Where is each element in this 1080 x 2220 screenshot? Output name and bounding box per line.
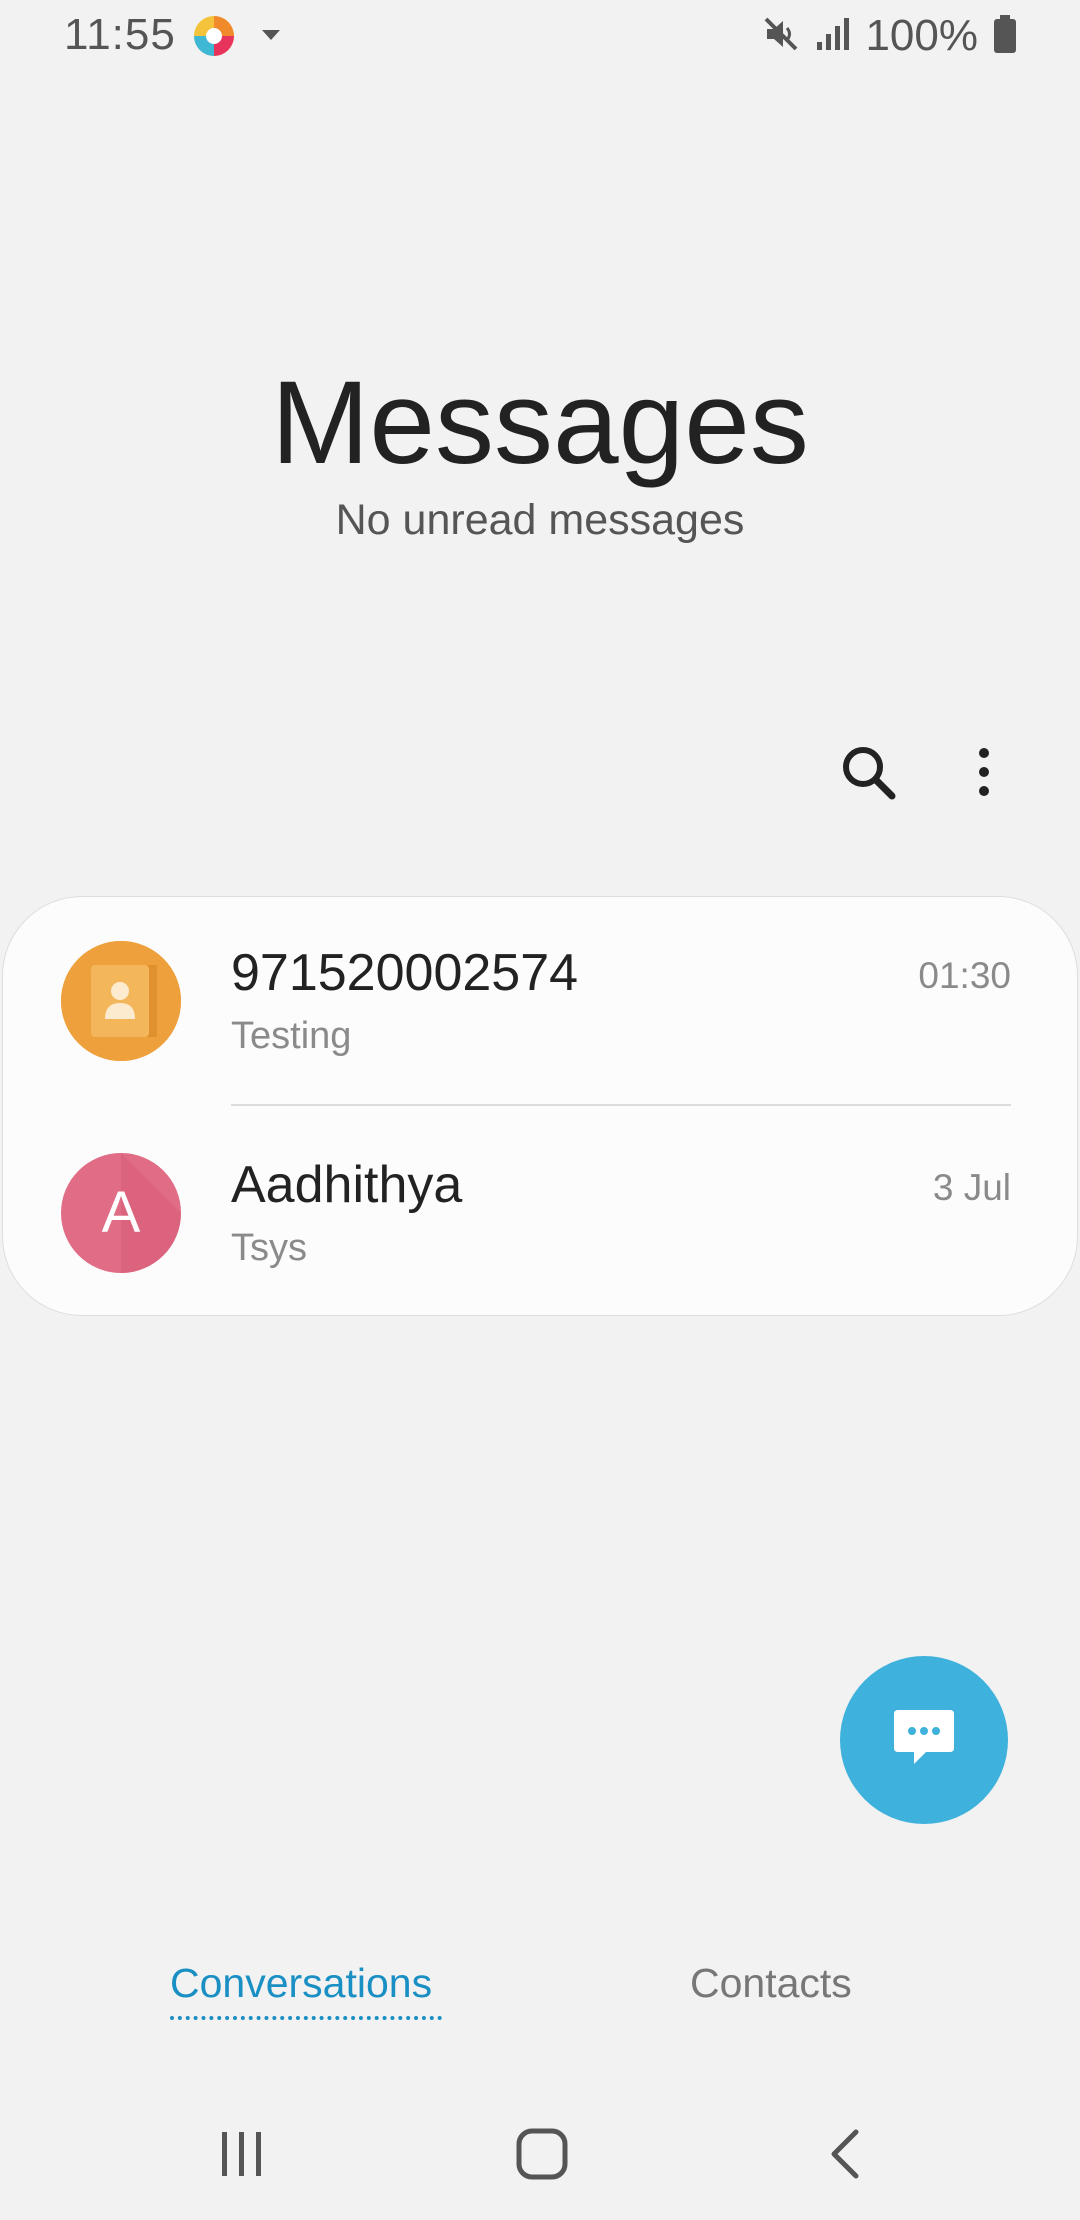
- conversation-name: 971520002574: [231, 944, 579, 1002]
- battery-percentage: 100%: [865, 11, 978, 60]
- dropdown-icon: [262, 30, 280, 40]
- search-button[interactable]: [838, 744, 898, 804]
- conversation-item[interactable]: 971520002574 Testing 01:30: [3, 897, 1079, 1109]
- status-bar: 11:55 100%: [0, 0, 1080, 72]
- navigation-bar: [0, 2100, 1080, 2220]
- more-options-icon: [976, 746, 992, 803]
- active-tab-indicator: [170, 2016, 442, 2020]
- conversation-list: 971520002574 Testing 01:30 A Aadhithya T…: [2, 896, 1078, 1316]
- conversation-item[interactable]: A Aadhithya Tsys 3 Jul: [3, 1109, 1079, 1321]
- battery-icon: [992, 14, 1018, 59]
- conversation-name: Aadhithya: [231, 1156, 463, 1214]
- contact-icon: [61, 941, 181, 1061]
- new-message-icon: [888, 1702, 960, 1779]
- contact-avatar: A: [61, 1153, 181, 1273]
- contact-avatar: [61, 941, 181, 1061]
- more-options-button[interactable]: [956, 744, 1012, 804]
- unread-status: No unread messages: [335, 496, 745, 544]
- status-indicators: 100%: [761, 10, 1018, 62]
- conversation-time: 3 Jul: [932, 1167, 1011, 1208]
- home-button[interactable]: [510, 2122, 574, 2186]
- recent-apps-icon: [222, 2132, 261, 2176]
- conversation-snippet: Tsys: [231, 1227, 307, 1269]
- tab-contacts[interactable]: Contacts: [690, 1960, 852, 2007]
- search-icon: [840, 744, 896, 805]
- page-title: Messages: [271, 357, 809, 489]
- recent-apps-button[interactable]: [210, 2126, 274, 2182]
- signal-icon: [815, 14, 851, 59]
- tab-conversations[interactable]: Conversations: [170, 1960, 432, 2007]
- status-time: 11:55: [64, 10, 176, 59]
- home-icon: [516, 2128, 568, 2180]
- back-button[interactable]: [818, 2122, 874, 2186]
- app-icon: [192, 14, 236, 58]
- conversation-snippet: Testing: [231, 1015, 352, 1057]
- conversation-time: 01:30: [918, 955, 1011, 996]
- mute-icon: [761, 14, 801, 59]
- avatar-letter: A: [101, 1180, 141, 1245]
- new-message-button[interactable]: [840, 1656, 1008, 1824]
- back-icon: [831, 2129, 859, 2179]
- divider: [231, 1104, 1011, 1106]
